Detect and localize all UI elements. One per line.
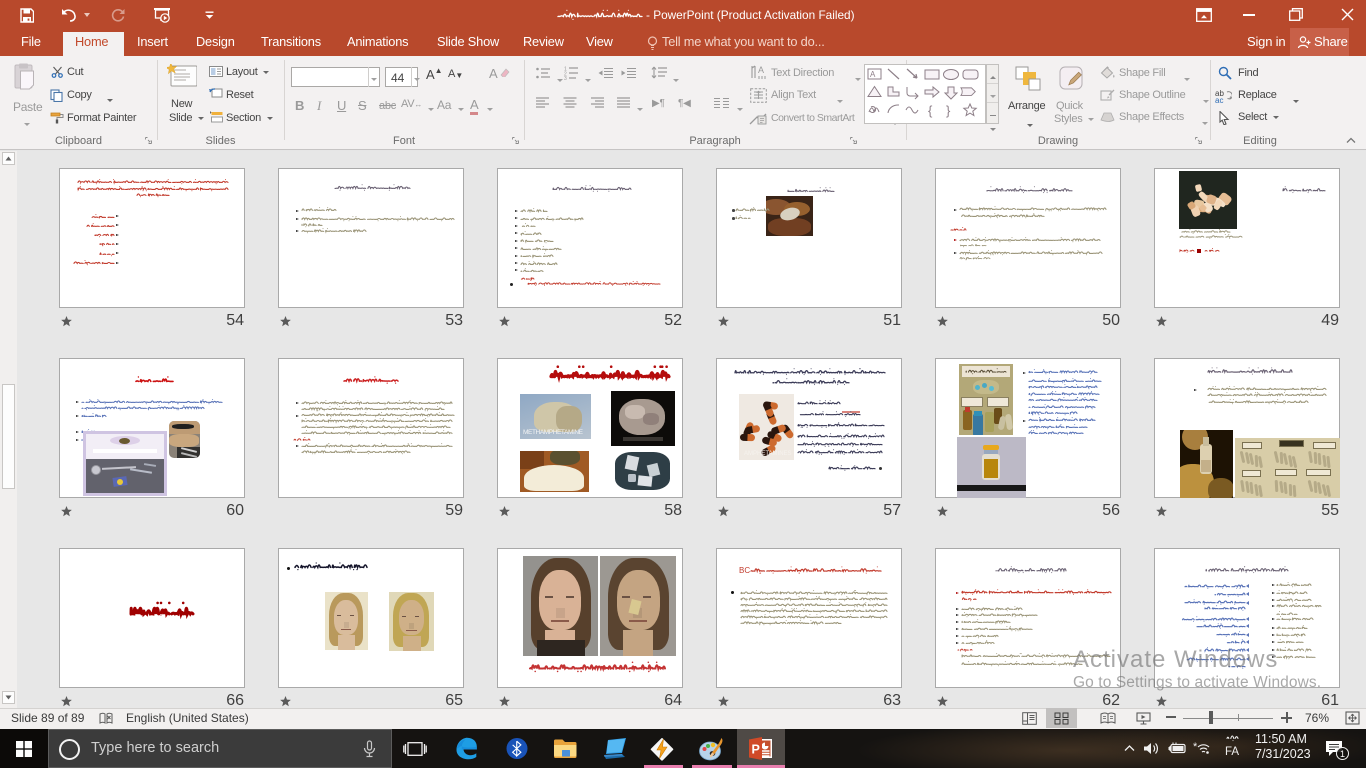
svg-text:}: }: [946, 103, 951, 118]
svg-text:ac: ac: [1215, 96, 1223, 103]
svg-text:A: A: [758, 65, 764, 75]
svg-text:A: A: [870, 70, 876, 79]
svg-text:P: P: [752, 743, 760, 757]
svg-text:{: {: [928, 103, 933, 118]
svg-text:3: 3: [564, 76, 567, 80]
